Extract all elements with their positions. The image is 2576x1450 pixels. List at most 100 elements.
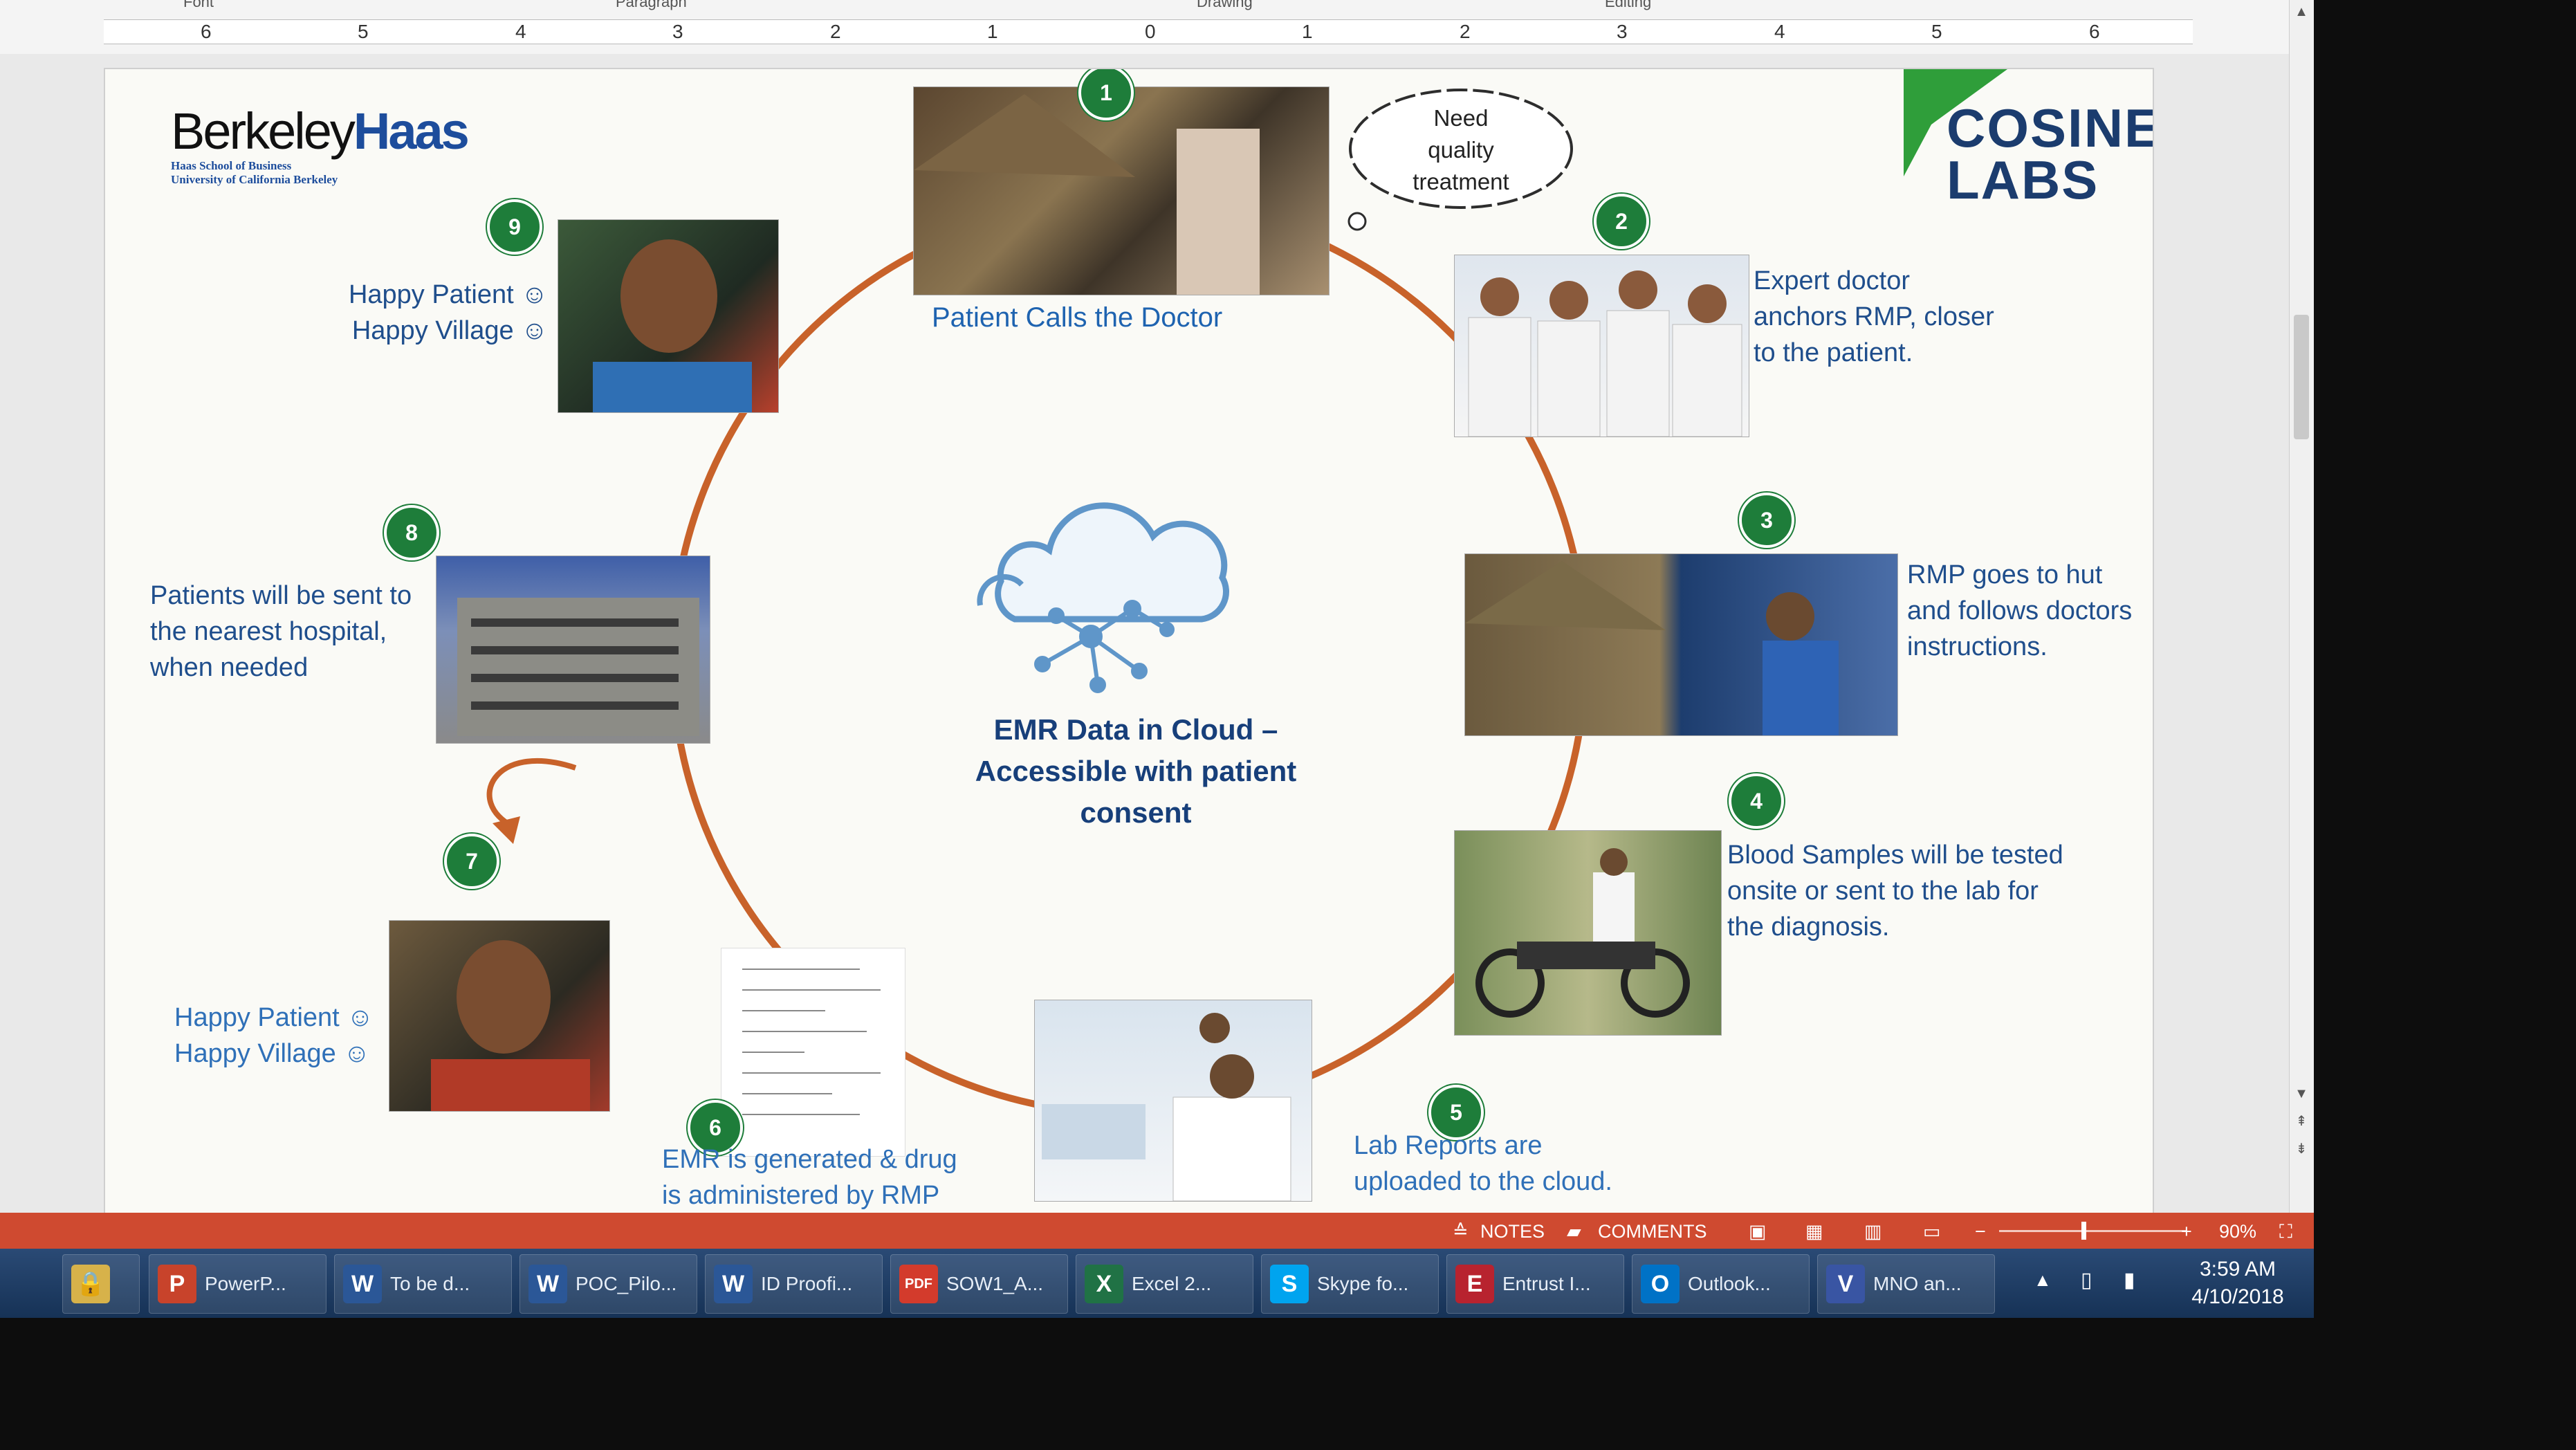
app-icon: W — [528, 1265, 567, 1303]
taskbar-button[interactable]: E Entrust I... — [1446, 1254, 1624, 1314]
taskbar-button[interactable]: W POC_Pilo... — [519, 1254, 697, 1314]
taskbar-button[interactable]: W To be d... — [334, 1254, 512, 1314]
normal-view-icon[interactable]: ▣ — [1749, 1221, 1767, 1242]
taskbar-button[interactable]: W ID Proofi... — [705, 1254, 883, 1314]
caption-line: is administered by RMP — [662, 1181, 940, 1210]
photo-motorbike[interactable] — [1454, 830, 1722, 1036]
vertical-scrollbar[interactable]: ▲ ▼ ⇞ ⇟ — [2289, 0, 2314, 1213]
zoom-slider[interactable] — [1999, 1230, 2186, 1232]
taskbar-button-label: To be d... — [390, 1273, 470, 1294]
caption-line: Happy Patient ☺ — [348, 280, 548, 309]
caption-line: onsite or sent to the lab for — [1727, 877, 2039, 906]
bubble-line: Need — [1433, 105, 1489, 131]
clock-time: 3:59 AM — [2199, 1258, 2276, 1281]
photo-happy-patient-2[interactable] — [389, 920, 610, 1112]
app-icon: W — [714, 1265, 753, 1303]
tray-overflow-icon[interactable]: ▲ — [2034, 1269, 2052, 1291]
slide-sorter-icon[interactable]: ▦ — [1805, 1221, 1823, 1242]
logo-subline-1: Haas School of Business — [171, 159, 292, 172]
taskbar-button[interactable]: V MNO an... — [1817, 1254, 1995, 1314]
center-line: EMR Data in Cloud – — [993, 713, 1278, 746]
taskbar-button-label: SOW1_A... — [946, 1273, 1044, 1294]
caption-line: uploaded to the cloud. — [1354, 1167, 1612, 1196]
ruler-number: 5 — [358, 21, 369, 42]
caption-line: Expert doctor — [1754, 266, 1910, 295]
app-icon: S — [1270, 1265, 1309, 1303]
zoom-slider-knob[interactable] — [2081, 1222, 2086, 1240]
next-slide-icon[interactable]: ⇟ — [2294, 1141, 2309, 1157]
ruler-number: 3 — [672, 21, 683, 42]
photo-rmp-hut[interactable] — [1464, 553, 1898, 736]
ribbon-group-font[interactable]: Font — [183, 0, 214, 11]
comments-icon[interactable]: ▰ — [1567, 1221, 1581, 1242]
ruler-number: 4 — [1774, 21, 1785, 42]
emr-cloud-caption: EMR Data in Cloud – Accessible with pati… — [956, 709, 1316, 834]
photo-emr-document[interactable] — [721, 948, 905, 1157]
battery-icon[interactable]: ▯ — [2081, 1268, 2092, 1292]
ruler-number: 2 — [1460, 21, 1471, 42]
previous-slide-icon[interactable]: ⇞ — [2294, 1114, 2309, 1129]
zoom-in-icon[interactable]: + — [2181, 1221, 2192, 1242]
caption-step-5: Lab Reports are uploaded to the cloud. — [1354, 1128, 1612, 1200]
monitor-screen: Font Paragraph Drawing Editing 6 5 4 3 2… — [0, 0, 2314, 1318]
photo-doctors[interactable] — [1454, 255, 1749, 437]
app-icon: X — [1085, 1265, 1123, 1303]
ribbon-group-paragraph[interactable]: Paragraph — [616, 0, 687, 11]
slideshow-icon[interactable]: ▭ — [1923, 1221, 1941, 1242]
taskbar-button-label: Excel 2... — [1132, 1273, 1212, 1294]
thought-bubble: Need quality treatment — [1343, 83, 1579, 231]
caption-line: EMR is generated & drug — [662, 1145, 957, 1174]
photo-patient-calls[interactable] — [913, 86, 1330, 295]
notes-icon[interactable]: ≙ — [1453, 1221, 1469, 1242]
clock[interactable]: 3:59 AM 4/10/2018 — [2172, 1256, 2303, 1311]
taskbar-button-label: Outlook... — [1688, 1273, 1771, 1294]
caption-step-9: Happy Patient ☺ Happy Village ☺ — [333, 277, 548, 349]
scroll-down-icon[interactable]: ▼ — [2294, 1086, 2309, 1101]
caption-line: Lab Reports are — [1354, 1131, 1543, 1160]
ruler-number: 3 — [1617, 21, 1628, 42]
taskbar-button[interactable]: O Outlook... — [1632, 1254, 1810, 1314]
taskbar-button[interactable]: PDF SOW1_A... — [890, 1254, 1068, 1314]
ruler-number: 5 — [1931, 21, 1942, 42]
app-icon: V — [1826, 1265, 1865, 1303]
berkeley-haas-logo: BerkeleyHaas Haas School of Business Uni… — [171, 104, 470, 187]
center-line: Accessible with patient — [975, 755, 1297, 787]
reading-view-icon[interactable]: ▥ — [1864, 1221, 1882, 1242]
scroll-up-icon[interactable]: ▲ — [2294, 4, 2309, 19]
fit-to-window-icon[interactable]: ⛶ — [2279, 1221, 2292, 1243]
ribbon-group-editing[interactable]: Editing — [1605, 0, 1651, 11]
clock-date: 4/10/2018 — [2191, 1285, 2284, 1308]
ruler: Font Paragraph Drawing Editing 6 5 4 3 2… — [0, 0, 2290, 55]
step-badge-3: 3 — [1739, 493, 1794, 548]
photo-hospital[interactable] — [436, 556, 710, 744]
caption-line: Blood Samples will be tested — [1727, 841, 2063, 870]
ruler-number: 1 — [1302, 21, 1313, 42]
taskbar-button-label: Skype fo... — [1317, 1273, 1409, 1294]
caption-line: Patients will be sent to — [150, 581, 412, 610]
notes-button[interactable]: NOTES — [1480, 1221, 1545, 1242]
ribbon-group-drawing[interactable]: Drawing — [1197, 0, 1253, 11]
caption-line: when needed — [150, 653, 309, 682]
zoom-level[interactable]: 90% — [2219, 1221, 2256, 1242]
app-icon: PDF — [899, 1265, 938, 1303]
caption-step-6: EMR is generated & drug is administered … — [662, 1141, 957, 1213]
signal-icon[interactable]: ▮ — [2124, 1268, 2135, 1292]
zoom-out-icon[interactable]: − — [1975, 1221, 1986, 1242]
scrollbar-thumb[interactable] — [2294, 315, 2309, 439]
taskbar-button-label: PowerP... — [205, 1273, 286, 1294]
caption-line: and follows doctors — [1907, 596, 2133, 625]
comments-button[interactable]: COMMENTS — [1598, 1221, 1707, 1242]
taskbar-button[interactable]: S Skype fo... — [1261, 1254, 1439, 1314]
lock-icon: 🔒 — [71, 1265, 110, 1303]
taskbar-pinned-app[interactable]: 🔒 — [62, 1254, 140, 1314]
caption-line: Patient Calls the Doctor — [932, 302, 1223, 333]
caption-line: the nearest hospital, — [150, 617, 387, 646]
step-badge-9: 9 — [487, 199, 542, 255]
slide-canvas[interactable]: BerkeleyHaas Haas School of Business Uni… — [104, 68, 2154, 1215]
photo-lab[interactable] — [1034, 1000, 1312, 1202]
center-line: consent — [1080, 796, 1192, 829]
taskbar-button[interactable]: P PowerP... — [149, 1254, 326, 1314]
photo-happy-patient-1[interactable] — [558, 219, 779, 413]
app-icon: W — [343, 1265, 382, 1303]
taskbar-button[interactable]: X Excel 2... — [1076, 1254, 1253, 1314]
